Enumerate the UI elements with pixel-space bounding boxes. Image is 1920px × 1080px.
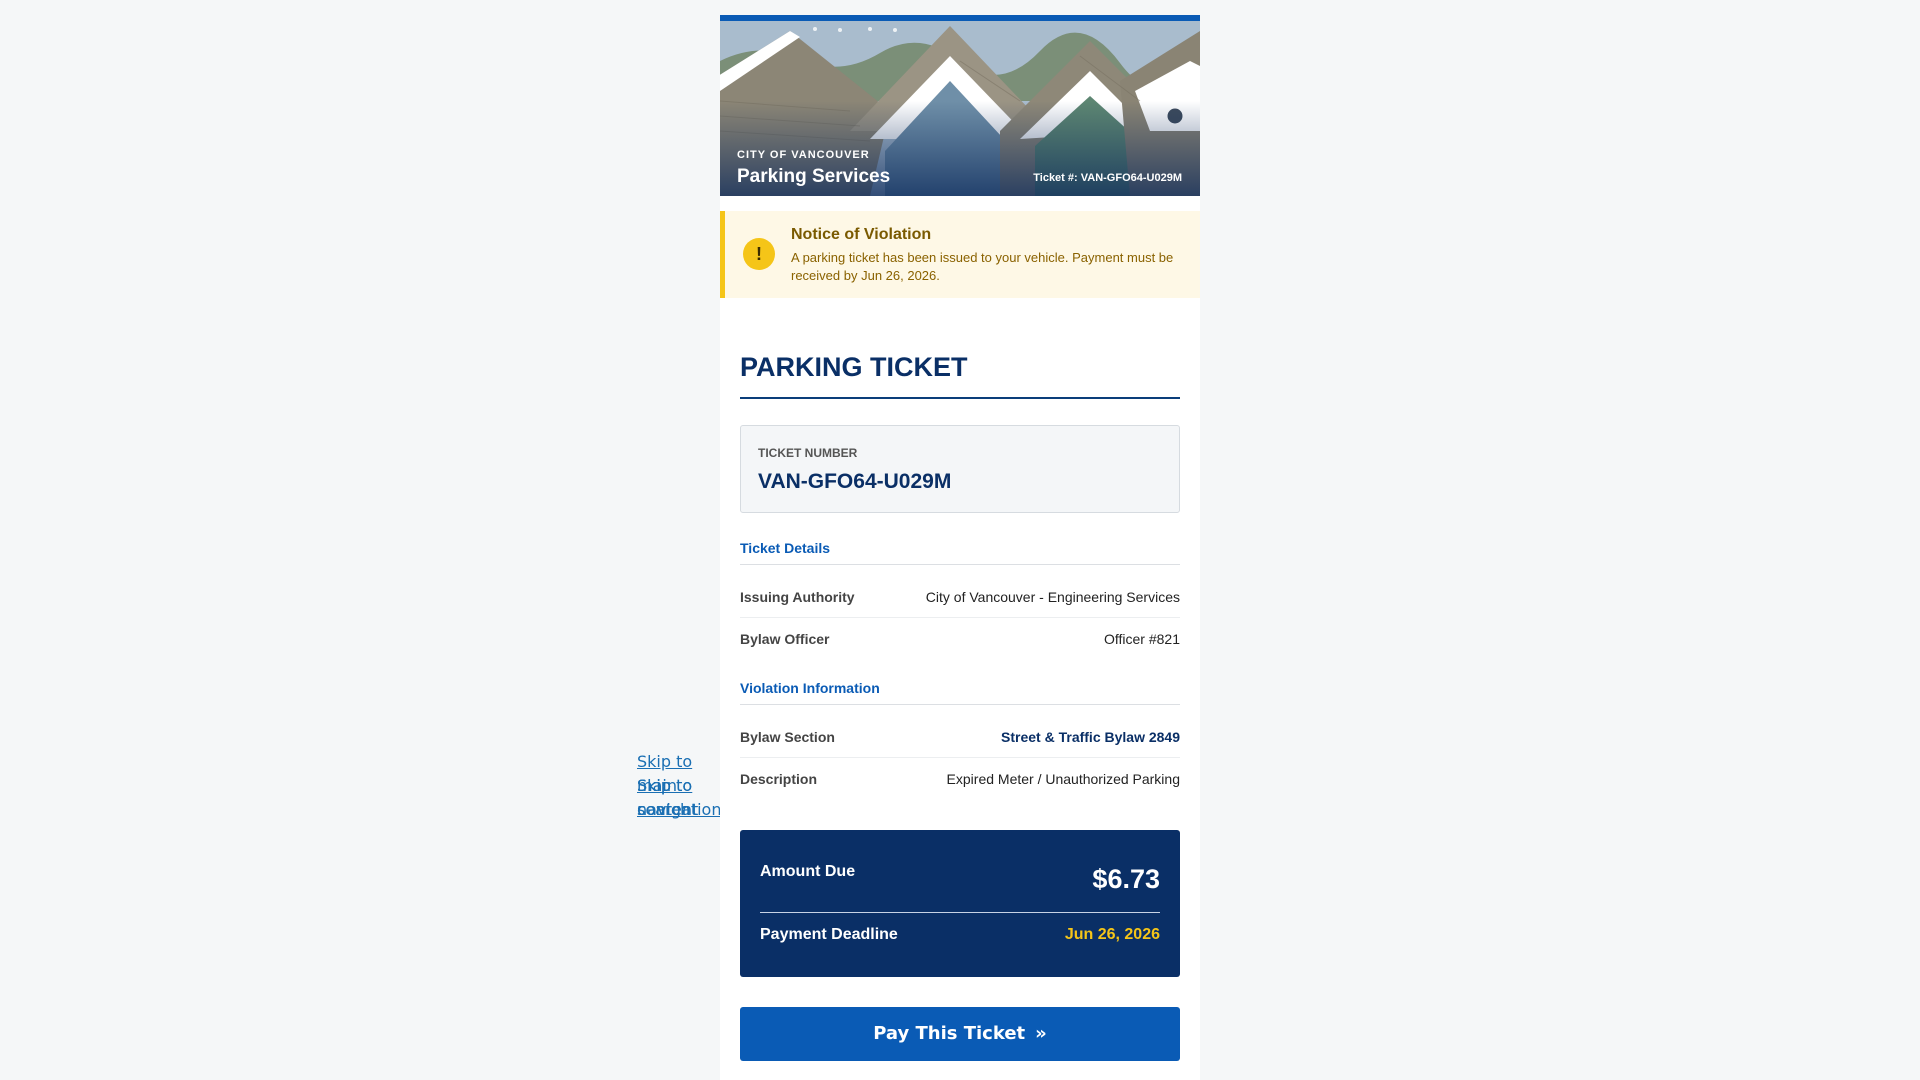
description-value: Expired Meter / Unauthorized Parking xyxy=(946,771,1180,787)
ticket-card: CITY OF VANCOUVER Parking Services Ticke… xyxy=(720,15,1200,1080)
ticket-number-box: TICKET NUMBER VAN-GFO64-U029M xyxy=(740,425,1180,513)
violation-information-heading: Violation Information xyxy=(740,680,880,696)
violation-notice: ! Notice of Violation A parking ticket h… xyxy=(720,211,1200,298)
bylaw-officer-value: Officer #821 xyxy=(1103,631,1180,647)
page-title: PARKING TICKET xyxy=(740,352,968,382)
pay-ticket-button-label: Pay This Ticket xyxy=(873,1023,1026,1044)
bylaw-officer-label: Bylaw Officer xyxy=(740,631,830,647)
section-divider xyxy=(740,564,1180,565)
skip-to-navigation-link[interactable]: Skip to navigation xyxy=(637,774,727,822)
issuing-authority-label: Issuing Authority xyxy=(740,589,855,605)
warning-icon: ! xyxy=(743,238,775,270)
ticket-number-label: TICKET NUMBER xyxy=(758,446,858,460)
issuing-authority-value: City of Vancouver - Engineering Services xyxy=(925,589,1180,605)
header-banner: CITY OF VANCOUVER Parking Services Ticke… xyxy=(720,21,1200,196)
ticket-number-value: VAN-GFO64-U029M xyxy=(758,470,952,493)
bylaw-section-value: Street & Traffic Bylaw 2849 xyxy=(1001,729,1180,745)
payment-deadline-value: Jun 26, 2026 xyxy=(1064,926,1160,943)
pay-ticket-button[interactable]: Pay This Ticket » xyxy=(740,1007,1180,1061)
notice-text: A parking ticket has been issued to your… xyxy=(791,250,1174,283)
amount-due-panel: Amount Due $6.73 Payment Deadline Jun 26… xyxy=(740,830,1180,977)
title-divider xyxy=(740,397,1180,399)
header-ticket-reference: Ticket #: VAN-GFO64-U029M xyxy=(1033,172,1182,184)
bylaw-section-label: Bylaw Section xyxy=(740,729,835,745)
payment-deadline-label: Payment Deadline xyxy=(760,926,898,943)
amount-due-value: $6.73 xyxy=(1092,864,1160,894)
ticket-details-heading: Ticket Details xyxy=(740,540,831,556)
amount-divider xyxy=(760,912,1160,913)
row-divider xyxy=(740,617,1180,618)
amount-due-label: Amount Due xyxy=(760,863,856,880)
row-divider xyxy=(740,757,1180,758)
description-label: Description xyxy=(740,771,818,787)
notice-title: Notice of Violation xyxy=(791,226,932,243)
service-name: Parking Services xyxy=(737,166,891,187)
city-name: CITY OF VANCOUVER xyxy=(737,149,870,161)
double-chevron-right-icon: » xyxy=(1035,1023,1047,1044)
section-divider xyxy=(740,704,1180,705)
